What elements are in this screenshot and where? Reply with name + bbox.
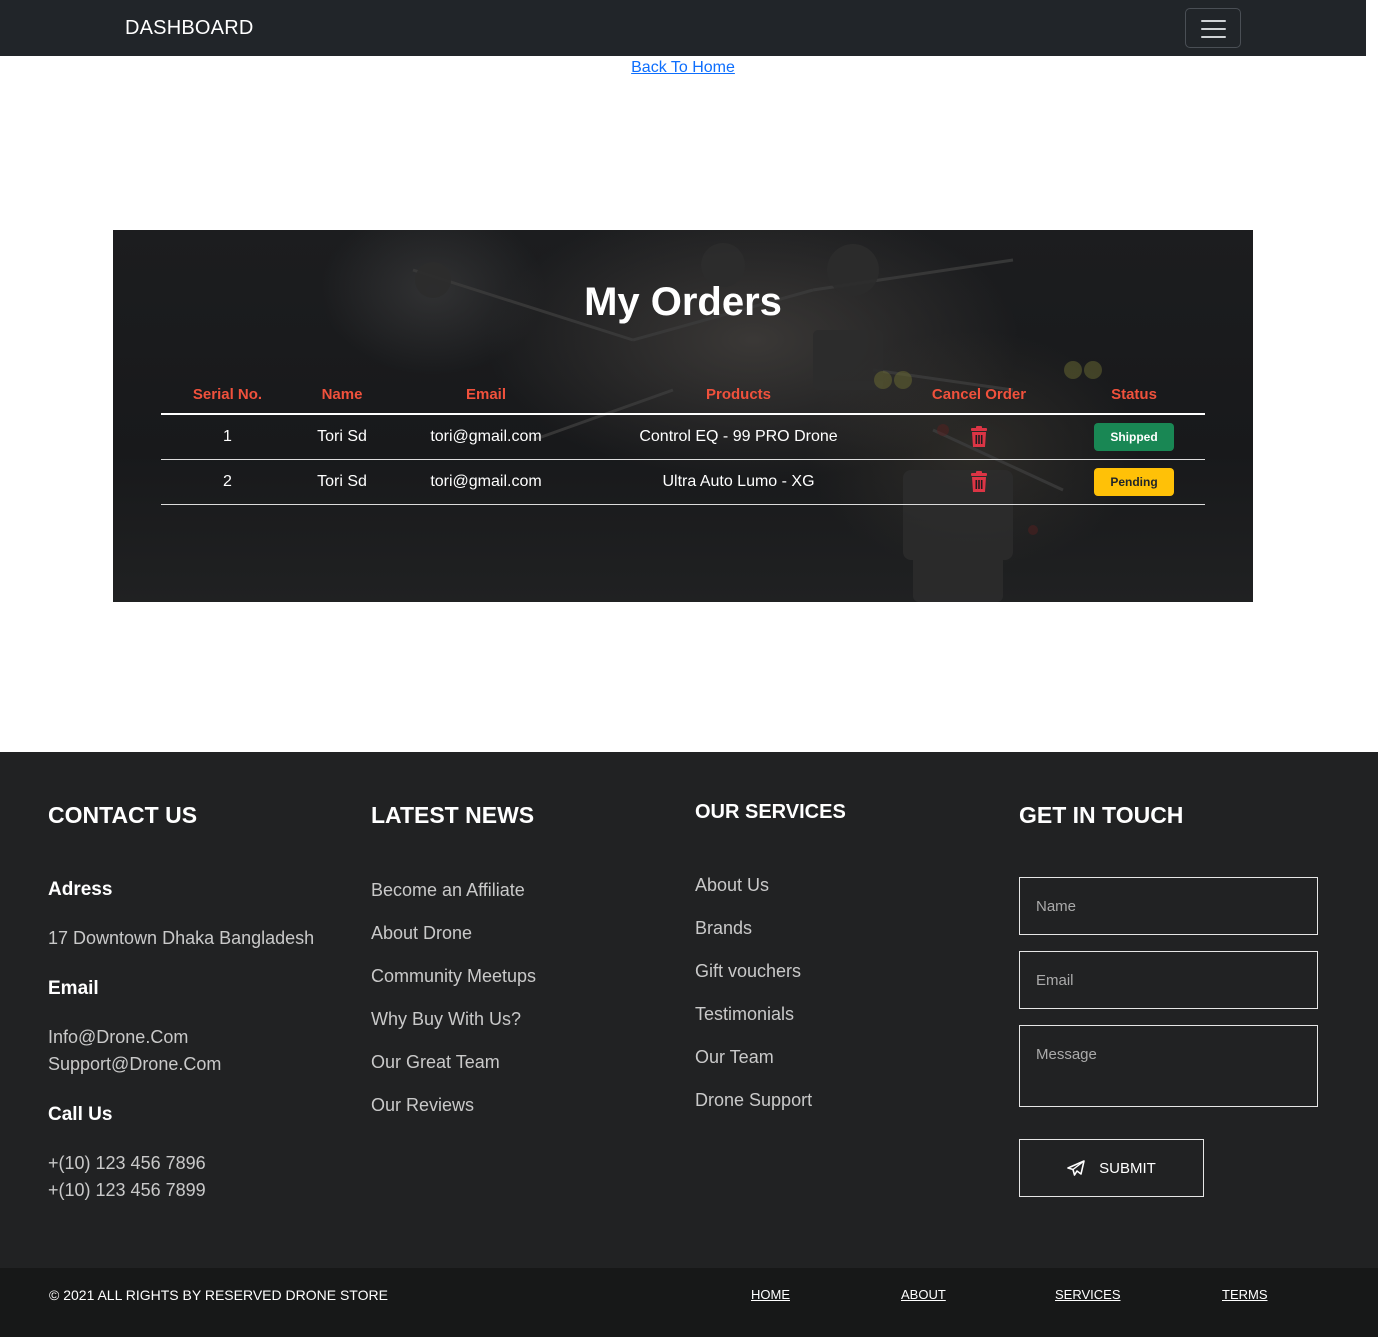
column-header: Serial No. xyxy=(192,386,263,403)
phone-text: +(10) 123 456 7896 xyxy=(48,1153,206,1173)
table-row: 1 Tori Sd tori@gmail.com Control EQ - 99… xyxy=(161,415,1205,460)
service-link[interactable]: Brands xyxy=(695,918,752,939)
news-title: LATEST NEWS xyxy=(371,802,535,828)
bottom-link-about[interactable]: ABOUT xyxy=(901,1287,946,1302)
status-cell: Pending xyxy=(1063,460,1205,504)
orders-title: My Orders xyxy=(584,280,782,324)
cancel-cell xyxy=(895,460,1063,504)
site-footer: CONTACT US Adress 17 Downtown Dhaka Bang… xyxy=(0,752,1378,1268)
hamburger-icon xyxy=(1201,36,1226,38)
message-textarea[interactable]: Message xyxy=(1019,1025,1318,1107)
submit-button[interactable]: SUBMIT xyxy=(1019,1139,1204,1197)
call-label: Call Us xyxy=(48,1104,113,1125)
serial-cell: 2 xyxy=(223,473,232,490)
top-navbar: DASHBOARD xyxy=(0,0,1366,56)
back-link-wrapper: Back To Home xyxy=(0,59,1366,77)
paper-plane-icon xyxy=(1067,1160,1085,1176)
column-header: Cancel Order xyxy=(931,386,1027,403)
service-link[interactable]: Our Team xyxy=(695,1047,774,1068)
column-header: Name xyxy=(321,386,363,403)
bottom-bar: © 2021 ALL RIGHTS BY RESERVED DRONE STOR… xyxy=(0,1268,1378,1337)
news-link[interactable]: About Drone xyxy=(371,923,472,944)
phone-text: +(10) 123 456 7899 xyxy=(48,1180,206,1200)
email-cell: tori@gmail.com xyxy=(430,473,542,490)
service-link[interactable]: Gift vouchers xyxy=(695,961,801,982)
email-input[interactable]: Email xyxy=(1019,951,1318,1009)
serial-cell: 1 xyxy=(223,428,232,445)
trash-icon[interactable] xyxy=(969,426,989,448)
bottom-link-terms[interactable]: TERMS xyxy=(1222,1287,1268,1302)
back-to-home-link[interactable]: Back To Home xyxy=(631,59,735,76)
status-badge: Pending xyxy=(1094,468,1174,496)
name-cell: Tori Sd xyxy=(317,473,367,490)
column-header: Email xyxy=(465,386,507,403)
menu-toggle-button[interactable] xyxy=(1185,8,1241,48)
address-label: Adress xyxy=(48,879,113,900)
contact-title: CONTACT US xyxy=(48,802,198,828)
column-header: Products xyxy=(705,386,771,403)
hamburger-icon xyxy=(1201,28,1226,30)
news-link[interactable]: Our Reviews xyxy=(371,1095,474,1116)
news-link[interactable]: Become an Affiliate xyxy=(371,880,525,901)
email-cell: tori@gmail.com xyxy=(430,428,542,445)
email-text: Info@Drone.Com xyxy=(48,1027,189,1047)
service-link[interactable]: Drone Support xyxy=(695,1090,812,1111)
my-orders-panel: My Orders Serial No. Name Email Products… xyxy=(113,230,1253,602)
service-link[interactable]: About Us xyxy=(695,875,769,896)
service-link[interactable]: Testimonials xyxy=(695,1004,794,1025)
orders-table: Serial No. Name Email Products Cancel Or… xyxy=(161,380,1205,505)
table-header-row: Serial No. Name Email Products Cancel Or… xyxy=(161,380,1205,415)
services-title: OUR SERVICES xyxy=(695,801,846,823)
status-cell: Shipped xyxy=(1063,415,1205,459)
table-row: 2 Tori Sd tori@gmail.com Ultra Auto Lumo… xyxy=(161,460,1205,505)
status-badge: Shipped xyxy=(1094,423,1174,451)
product-cell: Ultra Auto Lumo - XG xyxy=(662,473,815,490)
brand-title[interactable]: DASHBOARD xyxy=(125,17,254,40)
trash-icon[interactable] xyxy=(969,471,989,493)
touch-title: GET IN TOUCH xyxy=(1019,802,1184,828)
product-cell: Control EQ - 99 PRO Drone xyxy=(639,428,838,445)
name-input[interactable]: Name xyxy=(1019,877,1318,935)
submit-label: SUBMIT xyxy=(1099,1159,1156,1177)
cancel-cell xyxy=(895,415,1063,459)
news-link[interactable]: Our Great Team xyxy=(371,1052,500,1073)
news-link[interactable]: Why Buy With Us? xyxy=(371,1009,521,1030)
news-link[interactable]: Community Meetups xyxy=(371,966,536,987)
email-text: Support@Drone.Com xyxy=(48,1054,222,1074)
email-label: Email xyxy=(48,978,99,999)
bottom-link-services[interactable]: SERVICES xyxy=(1055,1287,1121,1302)
column-header: Status xyxy=(1111,386,1157,403)
copyright-text: © 2021 ALL RIGHTS BY RESERVED DRONE STOR… xyxy=(49,1287,388,1303)
hamburger-icon xyxy=(1201,20,1226,22)
name-cell: Tori Sd xyxy=(317,428,367,445)
address-text: 17 Downtown Dhaka Bangladesh xyxy=(48,928,315,948)
bottom-link-home[interactable]: HOME xyxy=(751,1287,790,1302)
